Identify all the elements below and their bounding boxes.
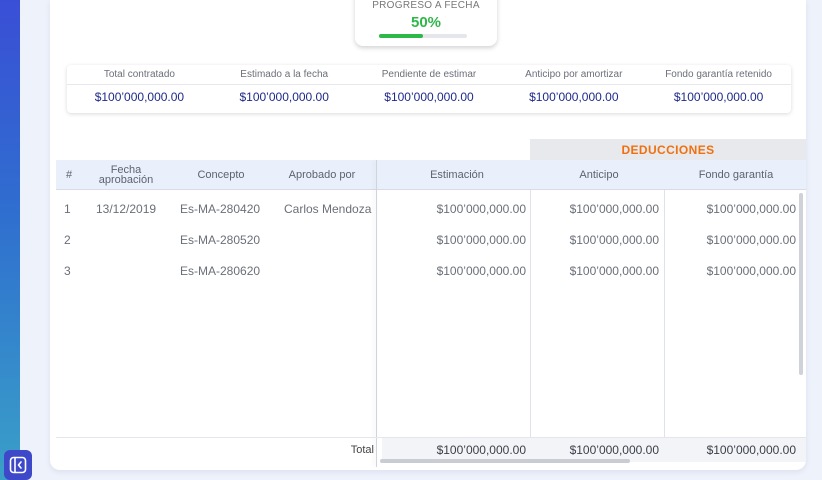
header-concepto: Concepto — [197, 169, 245, 181]
cell-num: 1 — [64, 201, 71, 216]
cell-estimacion: $100’000,000.00 — [436, 232, 526, 247]
cell-concepto: Es-MA-280420 — [180, 201, 261, 216]
cell-anticipo: $100’000,000.00 — [569, 201, 659, 216]
horizontal-scrollbar[interactable] — [380, 459, 630, 463]
summary-value: $100’000,000.00 — [94, 90, 185, 104]
table-row[interactable]: 2 Es-MA-280520 $100’000,000.00 $100’000,… — [56, 224, 806, 255]
vertical-scrollbar[interactable] — [799, 193, 803, 375]
summary-label: Estimado a la fecha — [240, 69, 329, 80]
cell-num: 2 — [64, 232, 71, 247]
progress-value: 50% — [410, 14, 442, 31]
summary-value: $100’000,000.00 — [384, 90, 474, 104]
footer-total-label: Total — [350, 444, 374, 456]
cell-fecha: 13/12/2019 — [96, 201, 157, 216]
summary-label: Total contratado — [103, 69, 175, 80]
header-aprobado: Aprobado por — [288, 169, 356, 181]
table-row[interactable]: 3 Es-MA-280620 $100’000,000.00 $100’000,… — [56, 255, 806, 286]
summary-anticipo: Anticipo por amortizar $100’000,000.00 — [501, 65, 646, 113]
summary-label: Anticipo por amortizar — [525, 69, 623, 80]
summary-value: $100’000,000.00 — [239, 90, 329, 104]
progress-card: PROGRESO A FECHA 50% — [355, 0, 497, 46]
summary-label: Pendiente de estimar — [381, 69, 477, 80]
cell-num: 3 — [64, 263, 71, 278]
cell-fondo: $100’000,000.00 — [706, 201, 796, 216]
summary-label: Fondo garantía retenido — [665, 69, 772, 80]
summary-fondo: Fondo garantía retenido $100’000,000.00 — [646, 65, 791, 113]
cell-concepto: Es-MA-280620 — [180, 263, 261, 278]
progress-bar-fill — [379, 34, 423, 38]
cell-anticipo: $100’000,000.00 — [569, 263, 659, 278]
cell-aprobado: Carlos Mendoza — [284, 201, 372, 216]
cell-concepto: Es-MA-280520 — [180, 232, 261, 247]
header-num: # — [65, 169, 73, 181]
summary-estimado: Estimado a la fecha $100’000,000.00 — [212, 65, 357, 113]
header-fecha: Fecha aprobación — [98, 164, 154, 186]
table-row[interactable]: 1 13/12/2019 Es-MA-280420 Carlos Mendoza… — [56, 193, 806, 224]
main-card: PROGRESO A FECHA 50% Total contratado $1… — [50, 0, 806, 470]
summary-total-contratado: Total contratado $100’000,000.00 — [67, 65, 212, 113]
collapse-sidebar-button[interactable] — [4, 450, 32, 480]
table-header: # Fecha aprobación Concepto Aprobado por… — [56, 160, 806, 190]
progress-bar — [379, 34, 467, 38]
summary-divider — [67, 84, 791, 85]
cell-anticipo: $100’000,000.00 — [569, 232, 659, 247]
summary-value: $100’000,000.00 — [529, 90, 619, 104]
summary-panel: Total contratado $100’000,000.00 Estimad… — [67, 65, 791, 113]
cell-estimacion: $100’000,000.00 — [436, 201, 526, 216]
footer-fondo: $100’000,000.00 — [706, 443, 796, 457]
summary-pendiente: Pendiente de estimar $100’000,000.00 — [357, 65, 502, 113]
collapse-sidebar-icon — [9, 456, 27, 474]
cell-estimacion: $100’000,000.00 — [436, 263, 526, 278]
progress-label: PROGRESO A FECHA — [372, 0, 480, 11]
header-anticipo: Anticipo — [579, 169, 619, 181]
sidebar-strip — [0, 0, 20, 480]
deductions-header: DEDUCCIONES — [530, 139, 806, 160]
summary-value: $100’000,000.00 — [673, 90, 764, 104]
header-fondo: Fondo garantía — [698, 169, 774, 181]
cell-fondo: $100’000,000.00 — [706, 263, 796, 278]
header-estimacion: Estimación — [430, 169, 484, 181]
cell-fondo: $100’000,000.00 — [706, 232, 796, 247]
